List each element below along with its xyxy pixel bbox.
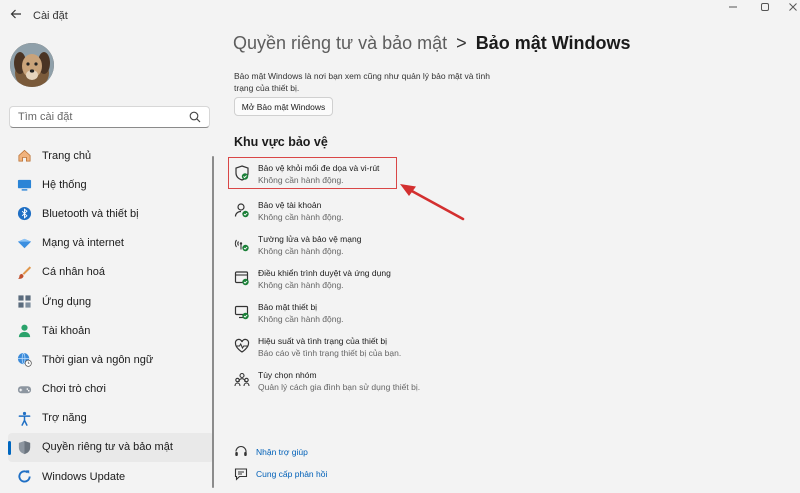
area-title: Điều khiển trình duyệt và ứng dụng [258, 268, 391, 278]
title-bar: Cài đặt [0, 0, 800, 32]
shield-icon [16, 439, 32, 455]
close-icon[interactable] [784, 2, 800, 15]
wifi-diamond-icon [16, 235, 32, 251]
area-title: Hiệu suất và tình trạng của thiết bị [258, 336, 387, 346]
account-protection-icon [234, 203, 249, 218]
apps-icon [16, 294, 32, 310]
sidebar-item-label: Hệ thống [42, 178, 87, 191]
avatar[interactable] [10, 43, 54, 87]
area-title: Tùy chọn nhóm [258, 370, 317, 380]
sidebar-item-label: Trợ năng [42, 412, 87, 425]
firewall-icon [234, 239, 249, 252]
minimize-icon[interactable] [724, 2, 742, 15]
sidebar-item-network[interactable]: Mạng và internet [8, 229, 214, 258]
sidebar-item-label: Chơi trò chơi [42, 383, 106, 396]
sidebar-item-home[interactable]: Trang chủ [8, 141, 214, 170]
sidebar-item-label: Bluetooth và thiết bị [42, 207, 139, 220]
sidebar-item-label: Quyền riêng tư và bảo mật [42, 441, 173, 454]
area-title: Bảo vệ tài khoản [258, 200, 322, 210]
sidebar-item-accessibility[interactable]: Trợ năng [8, 404, 214, 433]
sidebar-item-label: Tài khoản [42, 324, 91, 337]
area-status: Không cần hành động. [258, 314, 344, 324]
area-device-security[interactable]: Bảo mật thiết bị Không cần hành động. [232, 299, 532, 329]
globe-clock-icon [16, 352, 32, 368]
sidebar-item-windows-update[interactable]: Windows Update [8, 462, 214, 491]
area-app-browser-control[interactable]: Điều khiển trình duyệt và ứng dụng Không… [232, 265, 532, 295]
page-title: Bảo mật Windows [475, 33, 631, 53]
sidebar-item-apps[interactable]: Ứng dụng [8, 287, 214, 316]
family-icon [234, 372, 250, 387]
sidebar-nav: Trang chủ Hệ thống Bluetooth và thiết bị… [8, 141, 214, 491]
search-icon[interactable] [189, 111, 201, 123]
area-title: Tường lửa và bảo vệ mạng [258, 234, 362, 244]
search-input[interactable] [10, 107, 180, 127]
open-windows-security-button[interactable]: Mở Bảo mật Windows [234, 97, 333, 116]
brush-icon [16, 264, 32, 280]
gamepad-icon [16, 381, 32, 397]
get-help-label[interactable]: Nhận trợ giúp [256, 447, 308, 457]
area-firewall-network[interactable]: Tường lửa và bảo vệ mạng Không cần hành … [232, 231, 532, 261]
area-status: Báo cáo về tình trạng thiết bị của bạn. [258, 348, 402, 358]
app-title: Cài đặt [33, 10, 68, 22]
accessibility-icon [16, 410, 32, 426]
sidebar-item-personalization[interactable]: Cá nhân hoá [8, 258, 214, 287]
breadcrumb: Quyền riêng tư và bảo mật > Bảo mật Wind… [233, 33, 631, 54]
get-help-link[interactable]: Nhận trợ giúp [234, 444, 308, 460]
area-status: Quản lý cách gia đình bạn sử dụng thiết … [258, 382, 421, 392]
sidebar-item-system[interactable]: Hệ thống [8, 170, 214, 199]
home-icon [16, 148, 32, 164]
area-status: Không cần hành động. [258, 212, 344, 222]
sidebar-scrollbar[interactable] [212, 156, 214, 488]
maximize-icon[interactable] [756, 2, 774, 15]
heart-pulse-icon [234, 338, 250, 353]
give-feedback-label[interactable]: Cung cấp phản hồi [256, 469, 327, 479]
back-arrow-icon[interactable] [8, 8, 24, 24]
area-title: Bảo mật thiết bị [258, 302, 318, 312]
sidebar-item-label: Cá nhân hoá [42, 266, 105, 279]
area-device-performance-health[interactable]: Hiệu suất và tình trạng của thiết bị Báo… [232, 333, 532, 363]
area-status: Không cần hành động. [258, 280, 344, 290]
monitor-icon [16, 177, 32, 193]
bluetooth-icon [16, 206, 32, 222]
breadcrumb-separator: > [456, 33, 467, 53]
section-title: Khu vực bảo vệ [234, 135, 328, 149]
sidebar-item-label: Windows Update [42, 470, 126, 483]
give-feedback-link[interactable]: Cung cấp phản hồi [234, 466, 327, 482]
update-icon [16, 469, 32, 485]
area-account-protection[interactable]: Bảo vệ tài khoản Không cần hành động. [232, 197, 532, 227]
sidebar-item-label: Mạng và internet [42, 237, 124, 250]
sidebar-item-label: Ứng dụng [42, 295, 92, 308]
help-icon [235, 446, 247, 456]
breadcrumb-parent[interactable]: Quyền riêng tư và bảo mật [233, 33, 447, 54]
person-icon [16, 323, 32, 339]
area-status: Không cần hành động. [258, 246, 344, 256]
sidebar-item-gaming[interactable]: Chơi trò chơi [8, 375, 214, 404]
highlight-box [228, 157, 397, 189]
device-security-icon [234, 305, 249, 320]
sidebar-item-accounts[interactable]: Tài khoản [8, 316, 214, 345]
search-box[interactable] [9, 106, 210, 128]
sidebar-item-label: Trang chủ [42, 149, 92, 162]
page-description: Bảo mật Windows là nơi bạn xem cũng như … [234, 71, 491, 93]
sidebar-item-time-language[interactable]: Thời gian và ngôn ngữ [8, 345, 214, 374]
area-family-options[interactable]: Tùy chọn nhóm Quản lý cách gia đình bạn … [232, 367, 532, 397]
sidebar-item-label: Thời gian và ngôn ngữ [42, 353, 154, 366]
sidebar-item-privacy-security[interactable]: Quyền riêng tư và bảo mật [8, 432, 214, 463]
feedback-icon [234, 468, 248, 481]
app-browser-icon [234, 271, 249, 286]
sidebar-item-bluetooth[interactable]: Bluetooth và thiết bị [8, 199, 214, 228]
